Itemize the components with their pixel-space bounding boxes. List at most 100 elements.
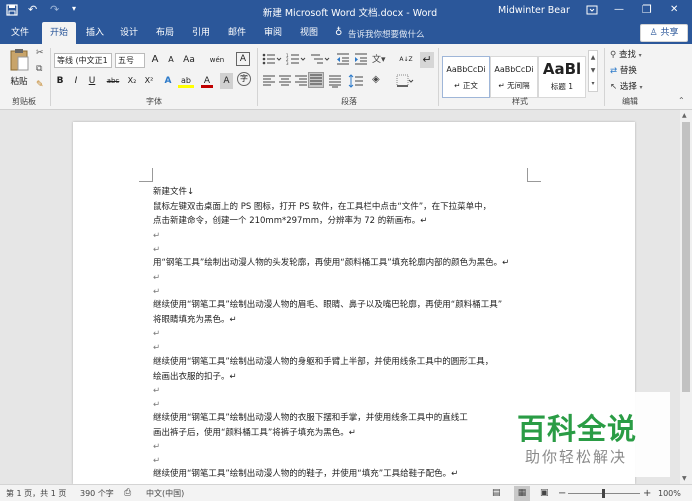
styles-gallery: AaBbCcDi ↵ 正文 AaBbCcDi ↵ 无间隔 AaBl 标题 1 — [442, 50, 586, 98]
borders-icon[interactable] — [396, 74, 414, 88]
page-count[interactable]: 第 1 页，共 1 页 — [6, 485, 66, 501]
doc-line[interactable]: 新建文件↓ — [153, 186, 194, 198]
italic-button[interactable]: I — [70, 73, 82, 89]
zoom-in-button[interactable]: + — [643, 485, 651, 501]
styles-scroll[interactable]: ▲ ▼ ▾ — [588, 50, 598, 92]
word-count[interactable]: 390 个字 — [80, 485, 114, 501]
ribbon-display-icon[interactable] — [586, 4, 598, 16]
group-label-clipboard: 剪贴板 — [12, 97, 36, 106]
shrink-font-button[interactable]: A — [164, 52, 178, 68]
style-no-spacing[interactable]: AaBbCcDi ↵ 无间隔 — [490, 56, 538, 98]
save-icon[interactable] — [6, 4, 18, 16]
phonetic-button[interactable]: wén — [208, 52, 226, 68]
search-icon: ⚲ — [610, 50, 617, 60]
redo-icon[interactable]: ↷ — [50, 3, 66, 17]
doc-line[interactable]: 继续使用“钢笔工具”绘制出动漫人物的衣服下摆和手掌，并使用线条工具中的直线工 — [153, 412, 468, 424]
paste-button[interactable]: 粘贴 — [6, 48, 32, 92]
subscript-button[interactable]: X₂ — [124, 73, 140, 89]
language-label[interactable]: 中文(中国) — [146, 485, 184, 501]
decrease-indent-icon[interactable] — [336, 52, 350, 66]
vertical-scrollbar[interactable]: ▲ ▼ — [680, 110, 692, 484]
undo-icon[interactable]: ↶ — [28, 3, 44, 17]
find-button[interactable]: ⚲ 查找 ▾ — [610, 48, 642, 62]
scroll-down-icon[interactable]: ▼ — [682, 475, 687, 482]
line-spacing-icon[interactable] — [348, 74, 368, 88]
restore-button[interactable]: ❐ — [642, 3, 652, 16]
scroll-up-icon[interactable]: ▲ — [682, 112, 687, 119]
tab-layout[interactable]: 布局 — [150, 22, 180, 44]
zoom-out-button[interactable]: − — [558, 485, 566, 501]
doc-line[interactable]: 继续使用“钢笔工具”绘制出动漫人物的眉毛、眼睛、鼻子以及嘴巴轮廓，再使用“颜料桶… — [153, 299, 502, 311]
zoom-slider-thumb[interactable] — [602, 489, 605, 498]
tab-file[interactable]: 文件 — [4, 22, 36, 44]
shading-icon[interactable]: ◈ — [372, 74, 390, 88]
superscript-button[interactable]: X² — [141, 73, 157, 89]
chinese-layout-icon[interactable]: 文▾ — [372, 52, 392, 66]
cut-icon[interactable]: ✂ — [36, 48, 44, 58]
align-center-icon[interactable] — [278, 74, 292, 88]
bold-button[interactable]: B — [54, 73, 66, 89]
highlight-button[interactable]: ab — [178, 73, 194, 88]
style-normal[interactable]: AaBbCcDi ↵ 正文 — [442, 56, 490, 98]
style-heading-1[interactable]: AaBl 标题 1 — [538, 56, 586, 98]
user-name[interactable]: Midwinter Bear — [498, 5, 570, 16]
sort-button[interactable]: A↓Z — [396, 52, 416, 68]
tab-mailings[interactable]: 邮件 — [222, 22, 252, 44]
doc-line[interactable]: 继续使用“钢笔工具”绘制出动漫人物的的鞋子，并使用“填充”工具给鞋子配色。↵ — [153, 468, 458, 480]
font-size-combo[interactable]: 五号 — [115, 53, 145, 68]
bullets-icon[interactable] — [262, 52, 282, 66]
doc-line[interactable]: 绘画出衣服的扣子。↵ — [153, 371, 237, 383]
replace-icon: ⇄ — [610, 66, 618, 76]
char-shading-button[interactable]: A — [220, 73, 233, 89]
close-button[interactable]: ✕ — [670, 4, 678, 15]
strikethrough-button[interactable]: abc — [104, 73, 122, 89]
paste-label: 粘贴 — [10, 77, 28, 87]
doc-line[interactable]: 鼠标左键双击桌面上的 PS 图标，打开 PS 软件，在工具栏中点击“文件”，在下… — [153, 201, 491, 213]
proofing-icon[interactable]: ⎙ — [124, 485, 131, 501]
justify-icon[interactable] — [308, 72, 324, 88]
tell-me-box[interactable]: 告诉我你想要做什么 — [348, 28, 425, 40]
replace-label: 替换 — [619, 66, 637, 76]
tab-view[interactable]: 视图 — [294, 22, 324, 44]
grow-font-button[interactable]: A — [148, 52, 162, 68]
tab-design[interactable]: 设计 — [114, 22, 144, 44]
align-right-icon[interactable] — [294, 74, 308, 88]
doc-line[interactable]: 用“钢笔工具”绘制出动漫人物的头发轮廓，再使用“颜料桶工具”填充轮廓内部的颜色为… — [153, 257, 509, 269]
read-mode-icon[interactable]: ▤ — [492, 485, 501, 501]
scroll-thumb[interactable] — [682, 122, 690, 392]
select-button[interactable]: ↖ 选择 ▾ — [610, 80, 643, 94]
numbering-icon[interactable]: 123 — [286, 52, 306, 66]
align-left-icon[interactable] — [262, 74, 276, 88]
tab-home[interactable]: 开始 — [42, 22, 76, 44]
char-border-button[interactable]: A — [236, 52, 250, 66]
copy-icon[interactable]: ⧉ — [36, 64, 42, 74]
doc-line[interactable]: 将眼睛填充为黑色。↵ — [153, 314, 237, 326]
font-name-combo[interactable]: 等线 (中文正1 — [54, 53, 112, 68]
increase-indent-icon[interactable] — [354, 52, 368, 66]
customize-icon[interactable]: ▾ — [72, 4, 84, 16]
doc-line[interactable]: 继续使用“钢笔工具”绘制出动漫人物的身躯和手臂上半部，并使用线条工具中的圆形工具… — [153, 356, 493, 368]
multilevel-list-icon[interactable] — [310, 52, 330, 66]
doc-line[interactable]: 画出裤子后，使用“颜料桶工具”将裤子填充为黑色。↵ — [153, 427, 356, 439]
show-marks-button[interactable]: ↵ — [420, 52, 434, 68]
tab-references[interactable]: 引用 — [186, 22, 216, 44]
minimize-button[interactable]: — — [614, 4, 624, 15]
collapse-ribbon-icon[interactable]: ⌃ — [678, 96, 685, 105]
distributed-icon[interactable] — [328, 74, 342, 88]
text-effects-button[interactable]: A — [162, 73, 174, 89]
web-layout-icon[interactable]: ▣ — [540, 485, 549, 501]
paragraph-mark: ↵ — [153, 329, 161, 339]
font-color-button[interactable]: A — [201, 73, 213, 88]
enclose-char-button[interactable]: 字 — [237, 72, 251, 86]
doc-line[interactable]: 点击新建命令，创建一个 210mm*297mm，分辨率为 72 的新画布。↵ — [153, 215, 427, 227]
tab-insert[interactable]: 插入 — [80, 22, 110, 44]
format-painter-icon[interactable]: ✎ — [36, 80, 44, 90]
share-button[interactable]: ♙ 共享 — [640, 24, 688, 42]
replace-button[interactable]: ⇄ 替换 — [610, 64, 637, 78]
underline-button[interactable]: U — [86, 73, 98, 89]
print-layout-icon[interactable]: ▦ — [514, 486, 530, 501]
tab-review[interactable]: 审阅 — [258, 22, 288, 44]
watermark-subtitle: 助你轻松解决 — [525, 448, 628, 466]
clear-format-button[interactable]: Aa — [181, 52, 197, 68]
zoom-percent[interactable]: 100% — [658, 485, 681, 501]
